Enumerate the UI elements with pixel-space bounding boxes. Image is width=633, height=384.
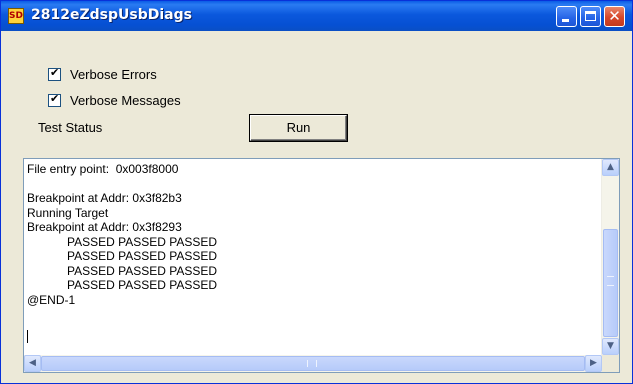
log-text[interactable]: File entry point: 0x003f8000 Breakpoint …	[27, 162, 602, 355]
check-icon: ✔	[50, 92, 60, 105]
output-log[interactable]: File entry point: 0x003f8000 Breakpoint …	[23, 158, 620, 373]
arrow-right-icon: ▶	[590, 358, 597, 368]
arrow-left-icon: ◀	[29, 358, 36, 368]
vertical-scrollbar[interactable]: ▲ ▼	[601, 159, 619, 355]
window-title: 2812eZdspUsbDiags	[31, 7, 192, 23]
app-icon[interactable]: SD	[8, 8, 24, 24]
close-button[interactable]: ✕	[604, 6, 625, 27]
arrow-up-icon: ▲	[607, 162, 614, 172]
test-status-label: Test Status	[38, 120, 103, 135]
close-icon: ✕	[608, 7, 621, 25]
scrollbar-corner	[602, 355, 619, 372]
verbose-errors-label[interactable]: Verbose Errors	[70, 67, 157, 82]
app-window: SD 2812eZdspUsbDiags ✕ ✔ Verbose Errors …	[0, 0, 633, 384]
verbose-messages-label[interactable]: Verbose Messages	[70, 93, 181, 108]
minimize-button[interactable]	[556, 6, 577, 27]
scroll-left-button[interactable]: ◀	[24, 355, 41, 372]
scroll-up-button[interactable]: ▲	[602, 159, 619, 176]
grip-icon	[307, 360, 317, 367]
vertical-scroll-thumb[interactable]	[603, 229, 618, 337]
maximize-button[interactable]	[580, 6, 601, 27]
verbose-errors-checkbox[interactable]: ✔	[48, 66, 61, 81]
text-caret	[27, 330, 28, 343]
scroll-down-button[interactable]: ▼	[602, 338, 619, 355]
grip-icon	[607, 276, 614, 286]
horizontal-scroll-thumb[interactable]	[41, 356, 585, 371]
arrow-down-icon: ▼	[607, 341, 614, 351]
scroll-right-button[interactable]: ▶	[585, 355, 602, 372]
verbose-messages-checkbox[interactable]: ✔	[48, 92, 61, 107]
maximize-icon	[585, 11, 596, 21]
title-bar[interactable]: SD 2812eZdspUsbDiags ✕	[1, 1, 632, 31]
minimize-icon	[562, 19, 569, 22]
horizontal-scrollbar[interactable]: ◀ ▶	[24, 355, 602, 372]
run-button[interactable]: Run	[250, 115, 347, 141]
check-icon: ✔	[50, 66, 60, 79]
